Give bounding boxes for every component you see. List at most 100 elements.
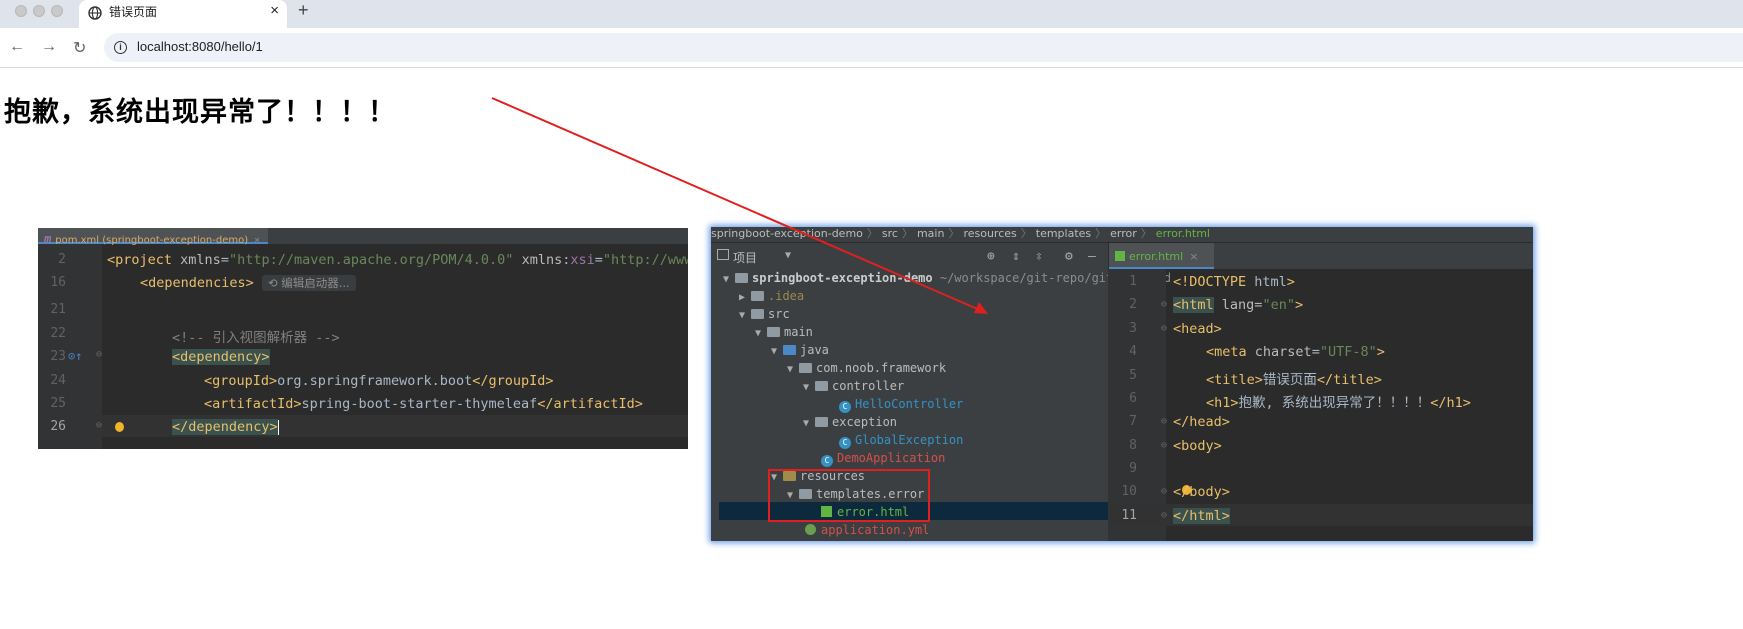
code-line-25: <artifactId>spring-boot-starter-thymelea… [204,396,643,412]
annotation-highlight-box [768,469,930,522]
project-panel-header: 项目 ▼ ⊕ ⇕ ⇳ ⚙ — [711,243,1108,269]
html-file-icon [1115,251,1125,261]
breadcrumb-item[interactable]: templates [1036,227,1091,240]
code-line-10: </body> [1173,484,1230,500]
code-line-16: <dependencies> ⟲ 编辑启动器... [140,275,356,291]
inlay-hint[interactable]: ⟲ 编辑启动器... [261,275,356,291]
gear-icon[interactable]: ⚙ [1065,249,1073,264]
line-number: 1 [1129,274,1137,289]
fold-icon[interactable]: ⊖ [1161,510,1167,521]
tree-item-controller[interactable]: ▼ controller [803,377,904,395]
tree-item-exception[interactable]: ▼ exception [803,413,897,431]
project-window-icon [717,249,729,260]
lightbulb-icon[interactable] [115,422,124,432]
tree-item-application-yml[interactable]: application.yml [805,521,929,539]
browser-tab-bar: 错误页面 × + [0,0,1743,28]
close-icon[interactable]: × [254,235,260,246]
line-number: 2 [58,252,66,267]
line-number: 23 [50,349,66,364]
current-line-highlight [1108,504,1533,526]
expand-all-icon[interactable]: ⇕ [1012,249,1020,264]
line-number: 11 [1121,508,1137,523]
tree-item-demoapplication[interactable]: C DemoApplication [821,449,945,467]
class-icon: C [839,401,851,413]
breadcrumb-item[interactable]: springboot-exception-demo [711,227,863,240]
reload-button[interactable]: ↻ [73,38,86,58]
line-number: 2 [1129,297,1137,312]
line-number: 10 [1121,484,1137,499]
window-close-dot[interactable] [15,5,27,17]
fold-icon[interactable]: ⊖ [1161,416,1167,427]
pom-editor-panel: m pom.xml (springboot-exception-demo) × 2 … [38,228,688,449]
tool-window-strip [711,269,719,541]
code-line-1: <!DOCTYPE html> [1173,274,1295,290]
override-marker-icon[interactable]: ⊙↑ [68,349,82,363]
code-line-4: <meta charset="UTF-8"> [1206,344,1385,360]
yaml-file-icon [805,524,816,535]
line-number: 25 [50,396,66,411]
url-text[interactable]: localhost:8080/hello/1 [137,39,263,54]
fold-icon[interactable]: ⊖ [1161,299,1167,310]
breadcrumb-item-file[interactable]: error.html [1156,227,1210,240]
tree-item-globalexception[interactable]: C GlobalException [839,431,963,449]
window-zoom-dot[interactable] [51,5,63,17]
tree-item-package[interactable]: ▼ com.noob.framework [787,359,946,377]
hide-icon[interactable]: — [1088,249,1096,264]
code-line-11: </html> [1173,508,1230,524]
code-line-26: </dependency> [172,419,279,435]
fold-icon[interactable]: ⊖ [1161,440,1167,451]
tree-item-root[interactable]: ▼ springboot-exception-demo ~/workspace/g… [723,269,1171,287]
class-icon: C [821,455,833,467]
code-line-7: </head> [1173,414,1230,430]
line-number: 8 [1129,438,1137,453]
editor-tab-strip: error.html × [1108,243,1533,269]
locate-icon[interactable]: ⊕ [987,249,995,264]
code-line-5: <title>错误页面</title> [1206,372,1382,388]
line-number: 9 [1129,461,1137,476]
code-line-23: <dependency> [172,349,270,365]
code-line-24: <groupId>org.springframework.boot</group… [204,373,554,389]
chevron-down-icon[interactable]: ▼ [785,250,791,261]
line-number: 4 [1129,344,1137,359]
tab-close-icon[interactable]: × [270,2,279,19]
tree-item-idea[interactable]: ▶ .idea [739,287,804,305]
breadcrumb-item[interactable]: src [882,227,898,240]
fold-icon[interactable]: ⊖ [1161,486,1167,497]
breadcrumb-item[interactable]: error [1110,227,1137,240]
window-minimize-dot[interactable] [33,5,45,17]
text-caret [277,419,279,435]
class-icon: C [839,437,851,449]
close-icon[interactable]: × [1189,250,1198,263]
breadcrumb-item[interactable]: main [917,227,944,240]
editor-tab-strip: m pom.xml (springboot-exception-demo) × [38,228,688,246]
code-line-8: <body> [1173,438,1222,454]
tree-item-src[interactable]: ▼ src [739,305,790,323]
fold-icon[interactable]: ⊖ [1161,323,1167,334]
line-number: 26 [50,419,66,434]
new-tab-button[interactable]: + [298,0,309,21]
tab-title: 错误页面 [109,5,158,19]
tree-item-hellocontroller[interactable]: C HelloController [839,395,963,413]
code-comment: <!-- 引入视图解析器 --> [172,330,340,346]
back-button[interactable]: ← [9,38,25,56]
browser-toolbar: ← → ↻ i localhost:8080/hello/1 [0,28,1743,68]
browser-tab-active[interactable]: 错误页面 × [79,0,287,28]
line-number: 6 [1129,391,1137,406]
fold-icon[interactable]: ⊖ [96,420,102,431]
address-bar[interactable]: i localhost:8080/hello/1 [104,33,1743,62]
breadcrumb-item[interactable]: resources [963,227,1016,240]
editor-tab-pom[interactable]: m pom.xml (springboot-exception-demo) × [38,228,269,246]
collapse-all-icon[interactable]: ⇳ [1035,249,1043,264]
tree-item-java[interactable]: ▼ java [771,341,829,359]
line-number: 22 [50,326,66,341]
forward-button[interactable]: → [41,38,57,56]
tree-item-main[interactable]: ▼ main [755,323,813,341]
line-number: 3 [1129,321,1137,336]
line-number: 21 [50,302,66,317]
editor-tab-error-html[interactable]: error.html × [1109,243,1214,269]
project-panel-title[interactable]: 项目 [733,249,757,266]
line-number: 7 [1129,414,1137,429]
line-number: 5 [1129,368,1137,383]
site-info-icon[interactable]: i [114,41,127,54]
fold-icon[interactable]: ⊖ [96,349,102,360]
